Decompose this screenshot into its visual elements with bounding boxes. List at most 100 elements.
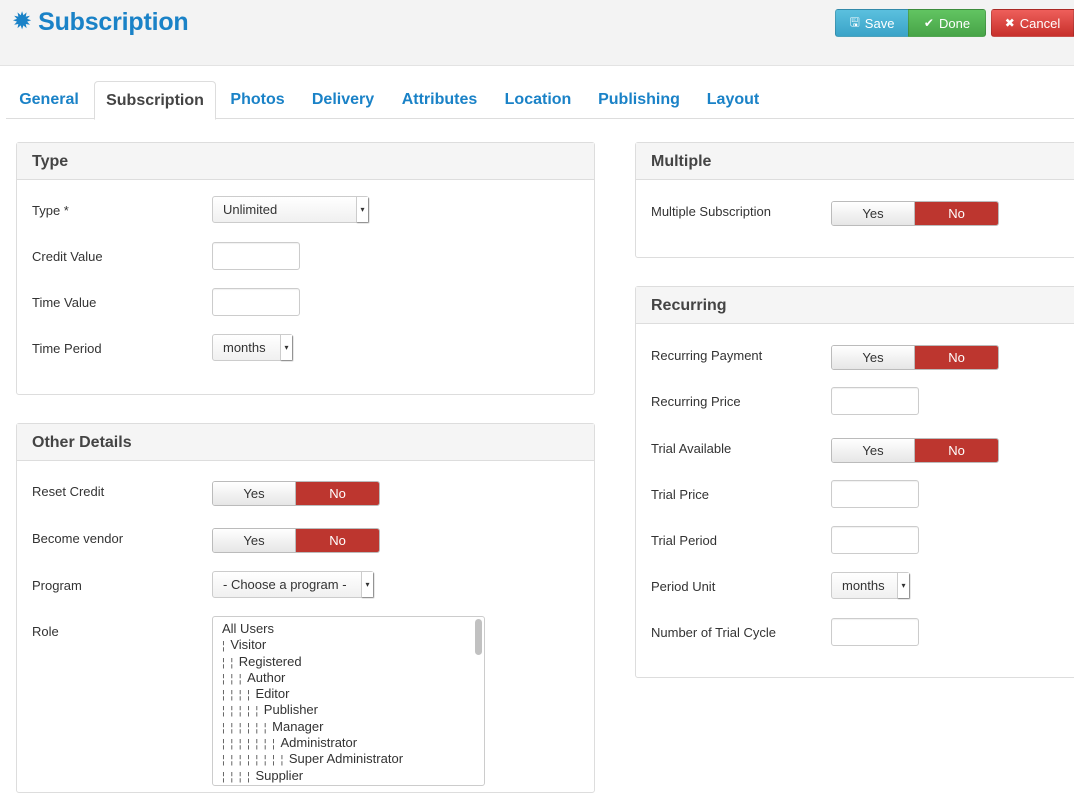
trial-period-input[interactable] [831,526,919,554]
role-option-label: Publisher [263,702,318,718]
multiple-subscription-label: Multiple Subscription [651,204,771,219]
role-option[interactable]: ¦ ¦ ¦ ¦ ¦ ¦ ¦ Administrator [222,735,484,751]
recurring-panel: Recurring Recurring Payment Yes No Recur… [635,286,1074,678]
role-listbox[interactable]: All Users ¦ Visitor ¦ ¦ Registered ¦ ¦ ¦ Au… [212,616,485,786]
type-panel-title: Type [17,143,594,180]
role-option[interactable]: ¦ ¦ ¦ ¦ ¦ ¦ Manager [222,719,484,735]
recurring-price-input[interactable] [831,387,919,415]
time-value-row: Time Value [17,288,594,318]
role-option[interactable]: ¦ ¦ ¦ ¦ Supplier [222,768,484,784]
tab-photos[interactable]: Photos [220,81,295,119]
other-details-title: Other Details [17,424,594,461]
credit-value-row: Credit Value [17,242,594,272]
role-option[interactable]: ¦ ¦ ¦ ¦ ¦ ¦ ¦ ¦ Super Administrator [222,751,484,767]
tab-attributes[interactable]: Attributes [393,81,486,119]
role-option-label: Super Administrator [288,751,404,767]
done-button[interactable]: ✔ Done [908,9,986,37]
check-icon: ✔ [923,16,934,30]
role-option-label: Editor [255,686,290,702]
role-option-label: Visitor [230,637,267,653]
role-option[interactable]: ¦ ¦ ¦ Author [222,670,484,686]
multiple-subscription-yes[interactable]: Yes [832,202,915,225]
trial-available-label: Trial Available [651,441,732,456]
other-details-panel: Other Details Reset Credit Yes No Become… [16,423,595,793]
role-option[interactable]: ¦ Visitor [222,637,484,653]
reset-credit-label: Reset Credit [32,484,105,499]
tree-indent: ¦ ¦ ¦ ¦ ¦ [222,705,264,718]
credit-value-label: Credit Value [32,249,103,264]
trial-available-toggle: Yes No [831,438,999,463]
become-vendor-label: Become vendor [32,531,124,546]
save-button[interactable]: 🖫 Save [835,9,909,37]
time-period-label: Time Period [32,341,102,356]
role-option[interactable]: All Users [222,621,484,637]
tab-bar: General Subscription Photos Delivery Att… [6,81,1074,120]
program-row: Program - Choose a program - ▾ [17,571,594,601]
tab-general[interactable]: General [6,81,92,119]
reset-credit-yes[interactable]: Yes [213,482,296,505]
role-option-label: Administrator [280,735,358,751]
trial-available-row: Trial Available Yes No [636,438,1074,468]
trial-cycle-input[interactable] [831,618,919,646]
tree-indent: ¦ ¦ [222,656,239,669]
reset-credit-row: Reset Credit Yes No [17,481,594,511]
recurring-payment-row: Recurring Payment Yes No [636,345,1074,375]
program-select[interactable]: - Choose a program - ▾ [212,571,374,598]
role-option[interactable]: ¦ ¦ ¦ ¦ Editor [222,686,484,702]
become-vendor-row: Become vendor Yes No [17,528,594,558]
chevron-down-icon: ▾ [356,197,368,222]
page-title-text: Subscription [38,7,189,36]
scrollbar-thumb[interactable] [475,619,482,655]
trial-available-no[interactable]: No [915,439,998,462]
type-panel: Type Type * Unlimited ▾ Credit Value Tim… [16,142,595,395]
program-label: Program [32,578,82,593]
time-period-row: Time Period months ▾ [17,334,594,364]
page-title: ✹ Subscription [12,6,189,38]
tab-publishing[interactable]: Publishing [590,81,688,119]
role-option-label: Manager [272,718,324,734]
trial-cycle-label: Number of Trial Cycle [651,625,776,640]
multiple-panel: Multiple Multiple Subscription Yes No [635,142,1074,258]
chevron-down-icon: ▾ [280,335,292,360]
recurring-payment-yes[interactable]: Yes [832,346,915,369]
reset-credit-toggle: Yes No [212,481,380,506]
recurring-price-label: Recurring Price [651,394,741,409]
recurring-payment-label: Recurring Payment [651,348,763,363]
multiple-subscription-toggle: Yes No [831,201,999,226]
trial-cycle-row: Number of Trial Cycle [636,618,1074,648]
period-unit-select[interactable]: months ▾ [831,572,910,599]
role-option-label: Registered [238,653,302,669]
trial-price-row: Trial Price [636,480,1074,510]
type-select[interactable]: Unlimited ▾ [212,196,369,223]
trial-available-yes[interactable]: Yes [832,439,915,462]
role-option[interactable]: ¦ ¦ Registered [222,654,484,670]
period-unit-row: Period Unit months ▾ [636,572,1074,602]
recurring-price-row: Recurring Price [636,387,1074,417]
tree-indent: ¦ ¦ ¦ ¦ ¦ ¦ [222,721,273,734]
floppy-disk-icon: 🖫 [849,14,860,29]
role-label: Role [32,624,59,639]
type-row: Type * Unlimited ▾ [17,196,594,226]
tree-indent: ¦ ¦ ¦ ¦ ¦ ¦ ¦ [222,738,281,751]
trial-price-input[interactable] [831,480,919,508]
trial-period-row: Trial Period [636,526,1074,556]
trial-period-label: Trial Period [651,533,717,548]
recurring-payment-no[interactable]: No [915,346,998,369]
role-option-label: Supplier [255,767,304,783]
role-option[interactable]: ¦ ¦ ¦ ¦ ¦ Publisher [222,702,484,718]
tab-location[interactable]: Location [496,81,580,119]
multiple-subscription-row: Multiple Subscription Yes No [636,201,1074,231]
time-period-select[interactable]: months ▾ [212,334,293,361]
tree-indent: ¦ ¦ ¦ [222,672,248,685]
tab-layout[interactable]: Layout [698,81,768,119]
reset-credit-no[interactable]: No [296,482,379,505]
tab-subscription[interactable]: Subscription [94,81,216,120]
become-vendor-yes[interactable]: Yes [213,529,296,552]
multiple-subscription-no[interactable]: No [915,202,998,225]
role-list: All Users ¦ Visitor ¦ ¦ Registered ¦ ¦ ¦ Au… [213,617,484,784]
time-value-input[interactable] [212,288,300,316]
become-vendor-no[interactable]: No [296,529,379,552]
cancel-button[interactable]: ✖ Cancel [991,9,1074,37]
tab-delivery[interactable]: Delivery [300,81,386,119]
credit-value-input[interactable] [212,242,300,270]
